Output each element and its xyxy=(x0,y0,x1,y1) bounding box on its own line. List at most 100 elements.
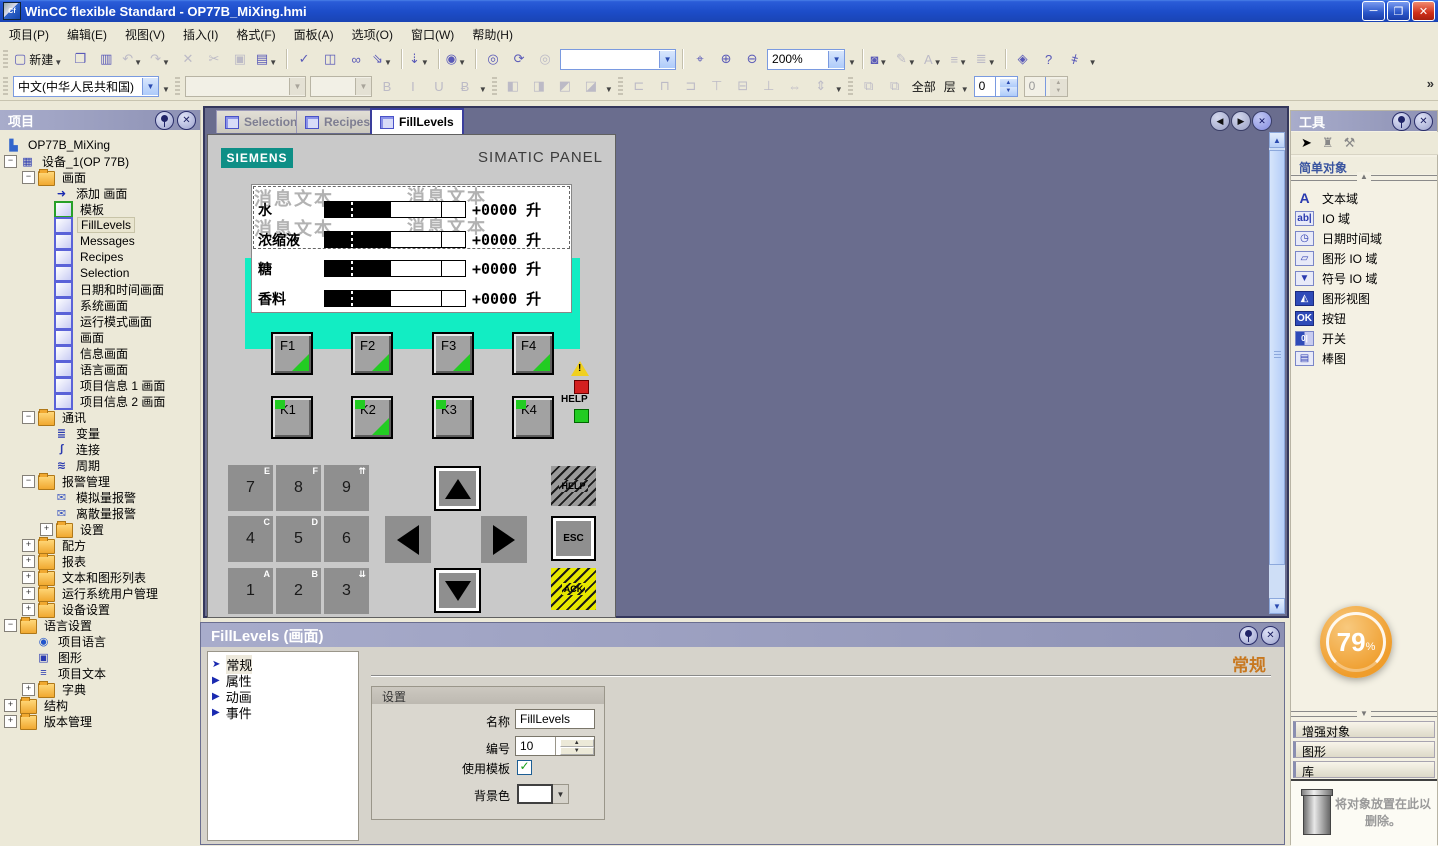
check-consistency-button[interactable]: ✓ xyxy=(291,48,317,70)
tree-expander-icon[interactable]: + xyxy=(22,555,35,568)
pin-icon[interactable] xyxy=(155,111,174,130)
device-key-ACK[interactable]: ACK xyxy=(551,568,596,610)
find-combo[interactable]: ▼ xyxy=(560,49,676,70)
device-key-K4[interactable]: K4 xyxy=(512,396,554,439)
dropdown-arrow-icon[interactable]: ▼ xyxy=(848,58,856,67)
tree-item-离散量报警[interactable]: ✉离散量报警 xyxy=(40,505,139,521)
toolbar-grip[interactable] xyxy=(3,77,8,95)
tab-scroll-left-icon[interactable]: ◀ xyxy=(1210,111,1230,131)
tree-item-运行模式画面[interactable]: 运行模式画面 xyxy=(40,313,155,329)
dropdown-arrow-icon[interactable]: ▼ xyxy=(1089,58,1097,67)
device-key-7[interactable]: 7E xyxy=(228,465,273,511)
minimize-button[interactable]: ─ xyxy=(1362,1,1385,21)
tree-item-配方[interactable]: +配方 xyxy=(22,537,89,553)
tree-item-Recipes[interactable]: Recipes xyxy=(40,249,126,265)
dropdown-arrow-icon[interactable]: ▼ xyxy=(162,85,170,94)
menu-item-6[interactable]: 选项(O) xyxy=(343,23,402,46)
sync-button[interactable]: ⟳ xyxy=(506,48,532,70)
device-key-F4[interactable]: F4 xyxy=(512,332,554,375)
toolbar-grip[interactable] xyxy=(175,77,180,95)
tool-item-symbolic-io-field[interactable]: ▼符号 IO 域 xyxy=(1295,269,1377,287)
spinner-arrows[interactable]: ▲▼ xyxy=(995,77,1017,96)
tree-item-添加 画面[interactable]: ➜添加 画面 xyxy=(40,185,130,201)
fill-level-bar[interactable] xyxy=(324,201,466,218)
device-key-arrow-left[interactable] xyxy=(385,516,431,563)
ingredient-label[interactable]: 糖 xyxy=(258,259,272,279)
tree-item-报表[interactable]: +报表 xyxy=(22,553,89,569)
chevron-down-icon[interactable]: ▼ xyxy=(553,784,569,804)
device-key-ESC[interactable]: ESC xyxy=(551,516,596,561)
tab-scroll-right-icon[interactable]: ▶ xyxy=(1231,111,1251,131)
properties-nav-事件[interactable]: ▶事件 xyxy=(212,704,252,720)
tree-item-字典[interactable]: +字典 xyxy=(22,681,89,697)
device-key-F1[interactable]: F1 xyxy=(271,332,313,375)
dropdown-arrow-icon[interactable]: ▼ xyxy=(879,58,887,67)
tab-close-icon[interactable]: ✕ xyxy=(1252,111,1272,131)
tree-item-结构[interactable]: +结构 xyxy=(4,697,71,713)
new-button[interactable]: ▢新建▼ xyxy=(11,48,67,70)
layer-spinner[interactable]: 0▲▼ xyxy=(974,76,1018,97)
tree-item-项目信息 1 画面[interactable]: 项目信息 1 画面 xyxy=(40,377,168,393)
select-tool-icon[interactable]: ➤ xyxy=(1301,135,1312,151)
tool-item-datetime-field[interactable]: ◷日期时间域 xyxy=(1295,229,1382,247)
tree-item-语言设置[interactable]: −语言设置 xyxy=(4,617,95,633)
fill-color-button[interactable]: ◙▼ xyxy=(867,48,893,70)
fill-level-value[interactable]: +0000 升 xyxy=(472,258,541,279)
dropdown-arrow-icon[interactable]: ▼ xyxy=(269,58,277,67)
device-key-arrow-up[interactable] xyxy=(434,466,481,511)
menu-item-2[interactable]: 视图(V) xyxy=(116,23,174,46)
tree-expander-icon[interactable]: + xyxy=(4,715,17,728)
pin-icon[interactable] xyxy=(1239,626,1258,645)
tool-item-graphic-io-field[interactable]: ▱图形 IO 域 xyxy=(1295,249,1377,267)
device-key-K3[interactable]: K3 xyxy=(432,396,474,439)
tool-item-io-field[interactable]: ab|IO 域 xyxy=(1295,209,1350,227)
tree-expander-icon[interactable]: + xyxy=(4,699,17,712)
tree-expander-icon[interactable]: + xyxy=(22,587,35,600)
scroll-down-icon[interactable]: ▼ xyxy=(1269,598,1285,614)
zoom-out-button[interactable]: ⊖ xyxy=(739,48,765,70)
tree-item-日期和时间画面[interactable]: 日期和时间画面 xyxy=(40,281,167,297)
zoom-in-button[interactable]: ⊕ xyxy=(713,48,739,70)
toolbar-grip[interactable] xyxy=(618,77,623,95)
tree-expander-icon[interactable]: − xyxy=(22,171,35,184)
number-stepper[interactable]: 10 ▲▼ xyxy=(515,736,595,756)
save-button[interactable]: ▥ xyxy=(93,48,119,70)
help-book-button[interactable]: ◈ xyxy=(1010,48,1036,70)
chevron-down-icon[interactable]: ▼ xyxy=(828,51,844,68)
color-swatch[interactable] xyxy=(517,784,553,804)
device-key-arrow-right[interactable] xyxy=(481,516,527,563)
tree-item-模板[interactable]: 模板 xyxy=(40,201,107,217)
layers-all-label[interactable]: 全部 xyxy=(912,78,936,95)
ingredient-label[interactable]: 水 xyxy=(258,200,272,220)
scroll-up-icon[interactable]: ▲ xyxy=(1269,132,1285,148)
tree-item-项目文本[interactable]: ≡项目文本 xyxy=(22,665,109,681)
tree-expander-icon[interactable]: + xyxy=(22,683,35,696)
ingredient-label[interactable]: 香料 xyxy=(258,289,286,309)
tab-Recipes[interactable]: Recipes xyxy=(296,110,379,133)
tree-item-信息画面[interactable]: 信息画面 xyxy=(40,345,131,361)
fill-level-row[interactable]: 水+0000 升 xyxy=(252,200,571,218)
device-key-K2[interactable]: K2 xyxy=(351,396,393,439)
ingredient-label[interactable]: 浓缩液 xyxy=(258,230,300,250)
tree-item-FillLevels[interactable]: FillLevels xyxy=(40,217,135,233)
tree-item-Messages[interactable]: Messages xyxy=(40,233,138,249)
zoom-area-button[interactable]: ⌖ xyxy=(687,48,713,70)
tree-item-项目信息 2 画面[interactable]: 项目信息 2 画面 xyxy=(40,393,168,409)
tree-expander-icon[interactable]: + xyxy=(40,523,53,536)
tree-item-文本和图形列表[interactable]: +文本和图形列表 xyxy=(22,569,149,585)
search-help-button[interactable]: ҂ xyxy=(1062,48,1088,70)
tool-item-bar-graph[interactable]: ▤棒图 xyxy=(1295,349,1346,367)
context-help-button[interactable]: ? xyxy=(1036,48,1062,70)
fill-level-value[interactable]: +0000 升 xyxy=(472,229,541,250)
tree-item-设备设置[interactable]: +设备设置 xyxy=(22,601,113,617)
fill-level-value[interactable]: +0000 升 xyxy=(472,288,541,309)
section-bar-增强对象[interactable]: 增强对象 xyxy=(1293,721,1435,738)
tree-expander-icon[interactable]: − xyxy=(4,619,17,632)
device-key-1[interactable]: 1A xyxy=(228,568,273,614)
menu-item-0[interactable]: 项目(P) xyxy=(0,23,58,46)
zoom-level-combo[interactable]: 200%▼ xyxy=(767,49,845,70)
menu-item-3[interactable]: 插入(I) xyxy=(174,23,227,46)
tree-item-报警管理[interactable]: −报警管理 xyxy=(22,473,113,489)
device-key-F3[interactable]: F3 xyxy=(432,332,474,375)
toolbar-grip[interactable] xyxy=(848,77,853,95)
